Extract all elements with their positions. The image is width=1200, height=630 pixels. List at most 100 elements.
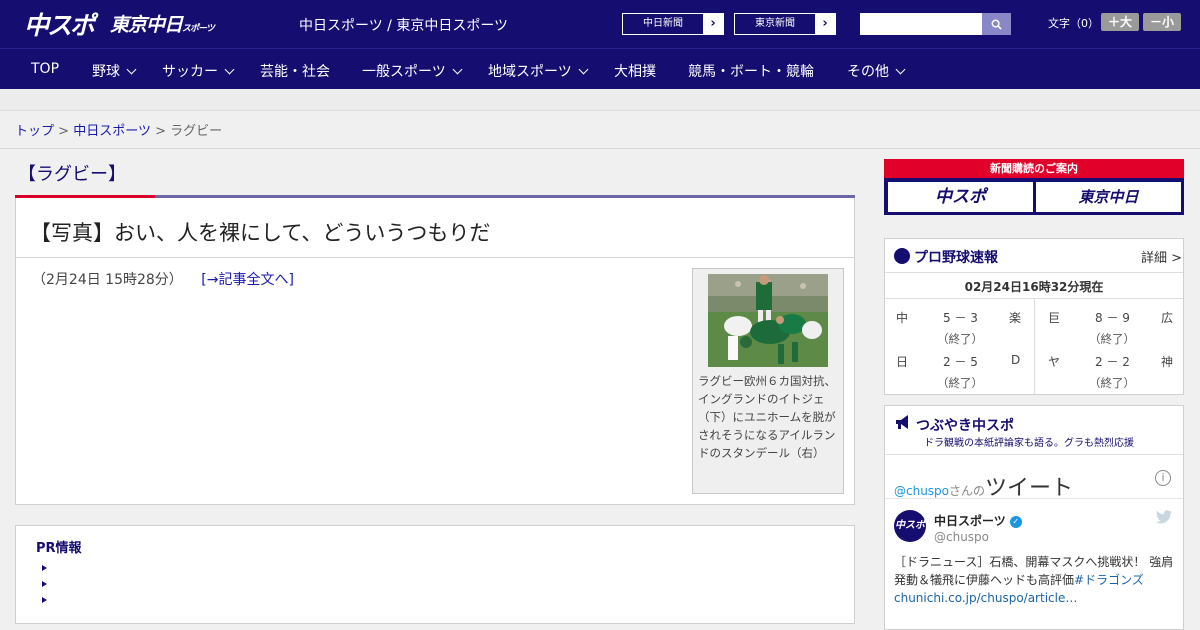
nav-label: その他 — [847, 64, 889, 80]
breadcrumb-separator: > — [58, 124, 70, 139]
game-score[interactable]: 8 － 9 — [1095, 309, 1130, 326]
baseball-detail-link[interactable]: 詳細 > — [1141, 247, 1182, 266]
search-icon — [991, 19, 1002, 30]
tweet-hashtag[interactable]: #ドラゴンズ — [1074, 573, 1144, 587]
san-no-label: さんの — [949, 484, 986, 498]
account-handle[interactable]: @chuspo — [934, 530, 989, 544]
divider — [885, 454, 1183, 455]
nav-label: 地域スポーツ — [488, 64, 572, 80]
pr-card — [15, 525, 855, 624]
megaphone-icon — [896, 415, 908, 429]
divider — [885, 498, 1183, 499]
game-status: （終了） — [1089, 376, 1135, 390]
bullet-icon — [42, 581, 47, 587]
game-status: （終了） — [1089, 332, 1135, 346]
subscription-heading: 新聞購読のご案内 — [884, 159, 1184, 178]
baseball-icon — [894, 248, 910, 264]
twitter-subtitle: ドラ観戦の本紙評論家も語る。グラも熱烈応援 — [924, 438, 1134, 449]
nav-label: 大相撲 — [614, 64, 656, 80]
tokyo-chunichi-logo[interactable]: 東京中日スポーツ — [110, 10, 215, 37]
nav-label: サッカー — [162, 64, 218, 80]
nav-item-general-sports[interactable]: 一般スポーツ — [362, 61, 463, 81]
tweet-text: ［ドラニュース］石橋、開幕マスクへ挑戦状！ 強肩発動＆犠飛に伊藤ヘッドも高評価#… — [894, 553, 1176, 607]
chuspo-subscribe-logo[interactable]: 中スポ — [888, 182, 1033, 212]
divider — [885, 272, 1183, 273]
team-name: 広 — [1161, 311, 1174, 325]
nav-item-racing[interactable]: 競馬・ボート・競輪 — [688, 61, 814, 81]
nav-label: 一般スポーツ — [362, 64, 446, 80]
score-timestamp: 02月24日16時32分現在 — [964, 280, 1104, 294]
divider — [0, 148, 1200, 149]
tweet-link[interactable]: chunichi.co.jp/chuspo/article… — [894, 591, 1077, 605]
team-name: 巨 — [1048, 311, 1061, 325]
nav-item-soccer[interactable]: サッカー — [162, 61, 235, 81]
info-icon[interactable]: i — [1155, 470, 1171, 486]
divider — [1034, 299, 1035, 394]
chevron-down-icon — [578, 64, 589, 74]
tokyo-subscribe-logo[interactable]: 東京中日 — [1036, 182, 1181, 212]
team-name: 中 — [896, 311, 909, 325]
chunichi-shimbun-label: 中日新聞 — [643, 18, 683, 29]
font-smaller-button[interactable]: －小 — [1143, 13, 1181, 31]
bullet-icon — [42, 565, 47, 571]
twitter-title: つぶやき中スポ — [916, 418, 1014, 434]
nav-label: 競馬・ボート・競輪 — [688, 64, 814, 80]
tokyo-shimbun-button[interactable]: 東京新聞 › — [734, 13, 836, 35]
category-underline-accent — [15, 195, 155, 198]
chevron-right-icon: › — [703, 14, 723, 34]
game-status: （終了） — [937, 376, 983, 390]
game-status: （終了） — [937, 332, 983, 346]
breadcrumb-separator: > — [155, 124, 166, 139]
article-meta: （2月24日 15時28分） [→記事全文へ] — [32, 269, 294, 289]
rugby-photo[interactable] — [708, 274, 828, 367]
chuspo-logo[interactable]: 中スポ — [24, 6, 95, 42]
game-score[interactable]: 2 － 5 — [943, 353, 978, 370]
ad-strip — [0, 89, 1200, 111]
verified-icon: ✓ — [1009, 515, 1022, 528]
account-name-text: 中日スポーツ — [934, 514, 1006, 528]
breadcrumb-top[interactable]: トップ — [15, 124, 54, 139]
game-score[interactable]: 5 － 3 — [943, 309, 978, 326]
game-score[interactable]: 2 － 2 — [1095, 353, 1130, 370]
twitter-bird-icon[interactable] — [1156, 510, 1172, 524]
site-title[interactable]: 中日スポーツ / 東京中日スポーツ — [299, 15, 508, 35]
nav-item-sumo[interactable]: 大相撲 — [614, 61, 656, 81]
team-name: 楽 — [1009, 311, 1022, 325]
search-input[interactable] — [860, 13, 982, 35]
search-button[interactable] — [982, 13, 1011, 35]
font-size-label: 文字（0） — [1048, 17, 1099, 30]
avatar[interactable]: 中スポ — [894, 510, 926, 542]
category-title: 【ラグビー】 — [18, 164, 126, 185]
account-name[interactable]: 中日スポーツ ✓ — [934, 512, 1022, 529]
article-date: （2月24日 15時28分） — [32, 272, 183, 288]
photo-caption: ラグビー欧州６カ国対抗、イングランドのイトジェ（下）にユニホームを脱がされそうに… — [698, 374, 836, 460]
article-title: 【写真】おい、人を裸にして、どういうつもりだ — [30, 221, 491, 245]
chevron-down-icon — [895, 64, 906, 74]
nav-item-baseball[interactable]: 野球 — [92, 61, 137, 81]
team-name: 神 — [1161, 355, 1174, 369]
twitter-user-link[interactable]: @chuspo — [894, 484, 949, 498]
font-larger-button[interactable]: ＋大 — [1101, 13, 1139, 31]
team-name: ヤ — [1048, 355, 1061, 369]
nav-label: 野球 — [92, 64, 120, 80]
tokyo-logo-sub: スポーツ — [182, 24, 215, 34]
nav-item-other[interactable]: その他 — [847, 61, 906, 81]
chevron-right-icon: › — [815, 14, 835, 34]
divider — [16, 257, 854, 258]
pr-title: PR情報 — [36, 541, 82, 556]
chunichi-shimbun-button[interactable]: 中日新聞 › — [622, 13, 724, 35]
breadcrumb-current: ラグビー — [170, 124, 223, 139]
full-article-link[interactable]: [→記事全文へ] — [201, 272, 294, 288]
nav-label: TOP — [31, 61, 60, 77]
breadcrumb-section[interactable]: 中日スポーツ — [73, 124, 151, 139]
breadcrumb: トップ > 中日スポーツ > ラグビー — [15, 120, 222, 139]
chevron-down-icon — [126, 64, 137, 74]
bullet-icon — [42, 597, 47, 603]
baseball-title: プロ野球速報 — [914, 250, 998, 266]
team-name: D — [1011, 353, 1021, 367]
nav-item-top[interactable]: TOP — [31, 61, 59, 77]
tokyo-shimbun-label: 東京新聞 — [755, 18, 795, 29]
nav-item-regional-sports[interactable]: 地域スポーツ — [488, 61, 589, 81]
nav-item-entertainment[interactable]: 芸能・社会 — [260, 61, 330, 81]
chevron-down-icon — [452, 64, 463, 74]
